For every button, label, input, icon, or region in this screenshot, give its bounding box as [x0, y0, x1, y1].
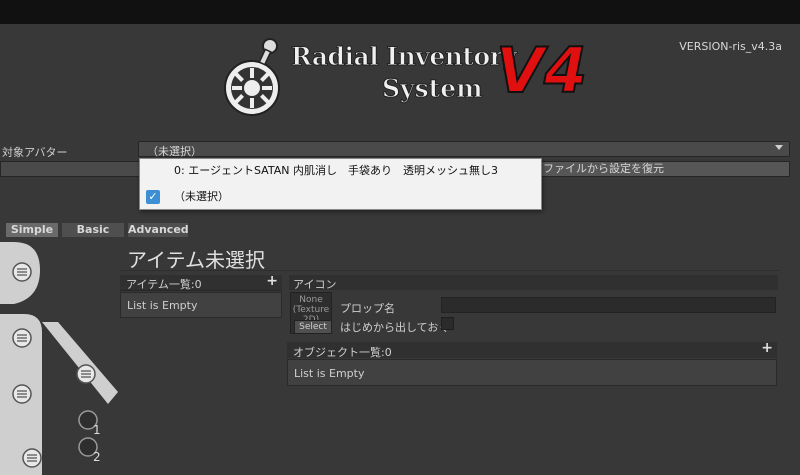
initial-show-checkbox[interactable]: [441, 317, 454, 330]
restore-from-file-button[interactable]: ファイルから設定を復元: [540, 161, 790, 177]
avatar-select-value: （未選択）: [147, 145, 202, 158]
robot-slot-1-label: 1: [93, 423, 101, 437]
window-top-bar: [0, 0, 800, 24]
tab-basic[interactable]: Basic: [62, 223, 124, 237]
dropdown-option-selected[interactable]: ✓ （未選択）: [140, 186, 541, 208]
icon-section-header: アイコン: [289, 275, 778, 291]
items-list-header: アイテム一覧:0 +: [120, 273, 282, 291]
dropdown-option[interactable]: 0: エージェントSATAN 内肌消し 手袋あり 透明メッシュ無し3 (VRCh…: [140, 160, 541, 199]
caret-down-icon: [775, 145, 783, 150]
items-empty-text: List is Empty: [127, 299, 198, 312]
prop-name-input[interactable]: [441, 297, 776, 313]
wheel-logo-icon: [224, 38, 280, 116]
objects-list[interactable]: List is Empty: [287, 359, 777, 386]
add-item-button[interactable]: +: [266, 273, 278, 289]
prop-name-label: プロップ名: [340, 302, 395, 315]
objects-list-title: オブジェクト一覧:0: [293, 346, 392, 359]
avatar-label: 対象アバター: [2, 146, 68, 159]
items-list[interactable]: List is Empty: [120, 292, 282, 318]
title-divider: [120, 270, 780, 271]
tab-simple[interactable]: Simple: [6, 223, 58, 237]
avatar-dropdown-menu: 0: エージェントSATAN 内肌消し 手袋あり 透明メッシュ無し3 (VRCh…: [139, 158, 542, 210]
logo-v4: V4: [495, 34, 588, 107]
robot-figure-preview: 1 2: [0, 242, 118, 475]
robot-slot-2-label: 2: [93, 450, 101, 464]
icon-section-title: アイコン: [293, 278, 337, 291]
items-list-title: アイテム一覧:0: [126, 278, 202, 291]
objects-empty-text: List is Empty: [294, 367, 365, 380]
page-title: アイテム未選択: [127, 248, 265, 272]
initial-show-label: はじめから出しておく: [340, 321, 450, 334]
texture-select-button[interactable]: Select: [294, 320, 332, 334]
logo-title-line1: Radial Inventory: [290, 42, 517, 72]
dropdown-option-label: （未選択）: [174, 190, 229, 203]
version-label: VERSION-ris_v4.3a: [679, 40, 782, 53]
checkmark-icon: ✓: [146, 190, 160, 204]
objects-list-header: オブジェクト一覧:0 +: [287, 340, 777, 359]
tab-advanced[interactable]: Advanced: [128, 223, 189, 237]
add-object-button[interactable]: +: [761, 340, 773, 356]
avatar-select[interactable]: （未選択）: [138, 141, 790, 158]
logo-title-line2: System: [382, 74, 484, 104]
